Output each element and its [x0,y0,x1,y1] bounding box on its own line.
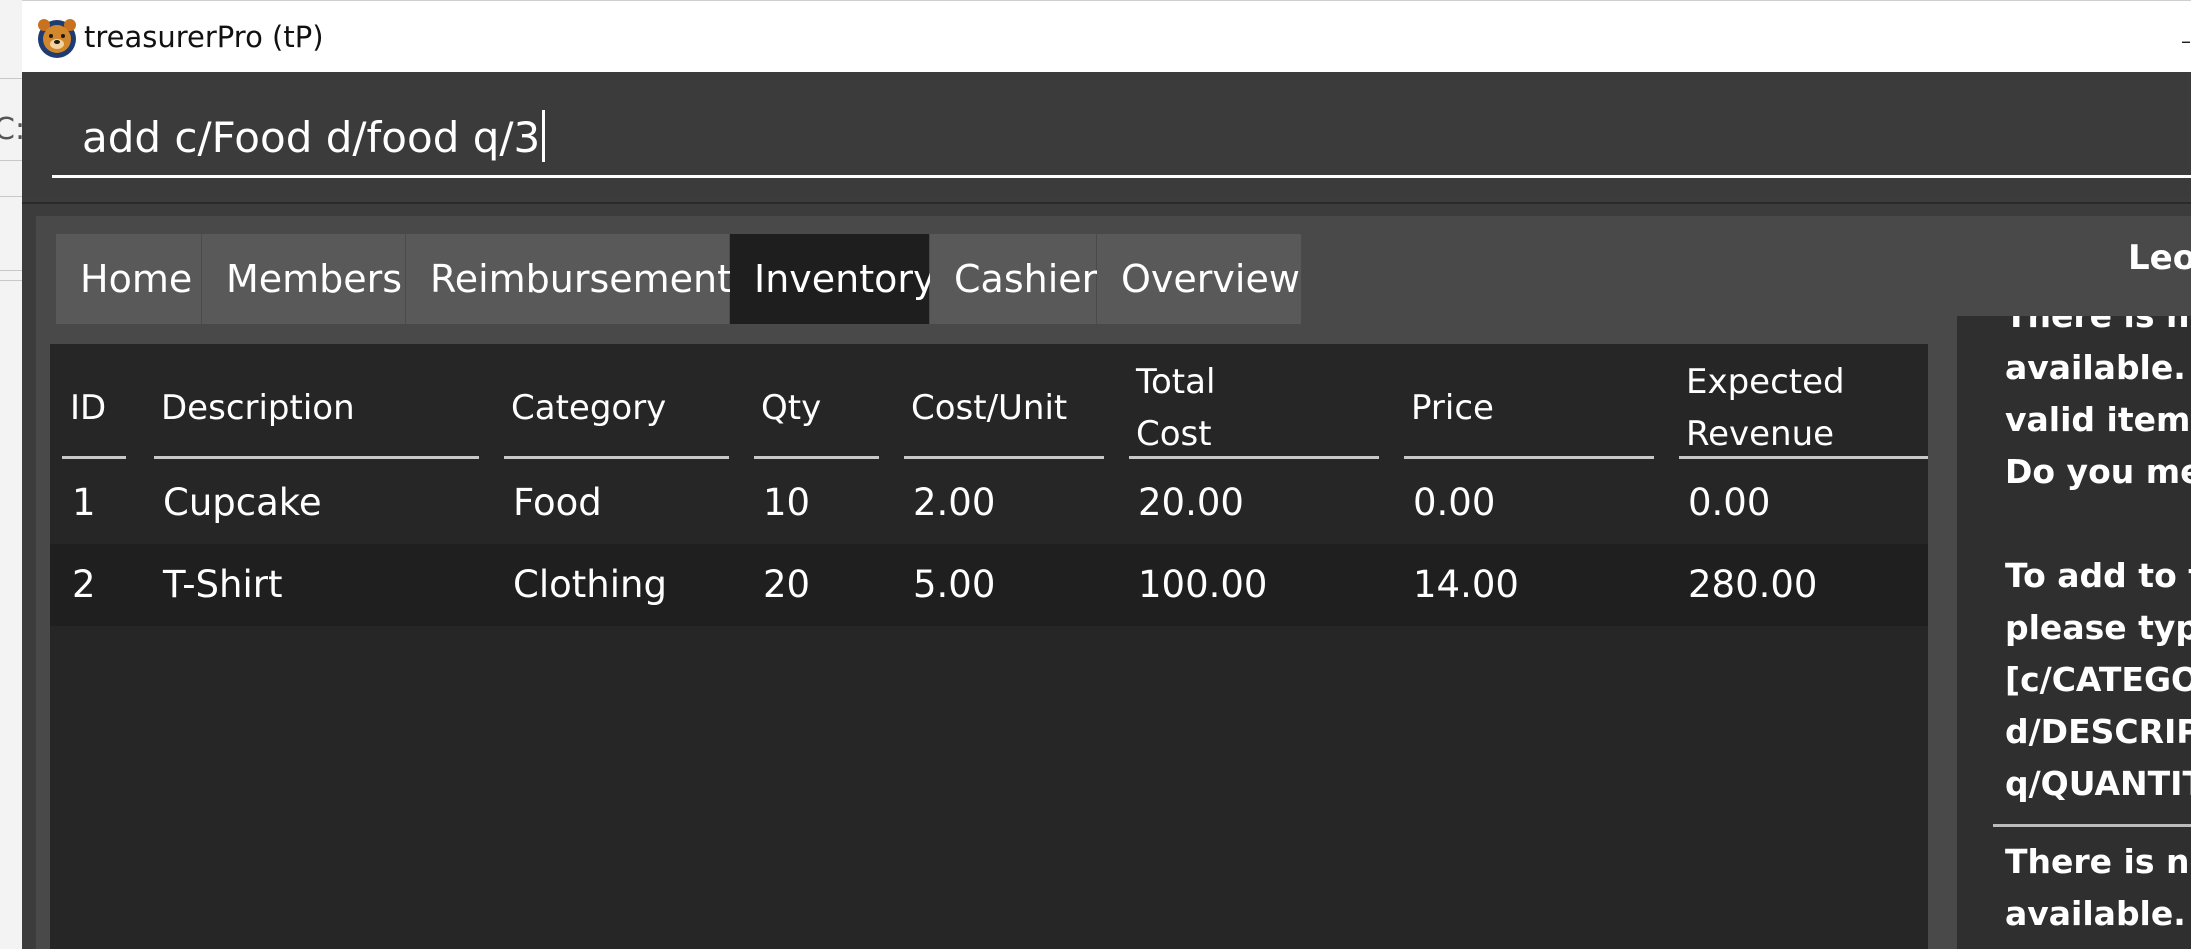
background-window-text: C: [0,112,22,147]
cell-qty: 20 [763,563,811,606]
cell-total-cost: 100.00 [1138,563,1268,606]
minimize-button[interactable]: – [2181,29,2191,53]
tab-inventory[interactable]: Inventory [730,234,936,324]
response-divider [1993,824,2191,827]
command-text: add c/Food d/food q/3 [82,113,541,162]
header-underline [754,456,879,459]
content-panel: Home Members Reimbursements Inventory Ca… [36,216,2191,949]
column-header-expected-revenue[interactable]: Expected Revenue [1686,356,1845,460]
inventory-table: ID Description Category Qty Cost/Unit To… [50,344,1928,949]
column-header-cost-per-unit[interactable]: Cost/Unit [911,382,1067,434]
column-header-id[interactable]: ID [70,382,106,434]
column-header-price[interactable]: Price [1411,382,1494,434]
column-header-total-cost[interactable]: Total Cost [1136,356,1215,460]
column-header-qty[interactable]: Qty [761,382,821,434]
text-caret [542,110,546,162]
cell-price: 0.00 [1413,481,1496,524]
background-window[interactable]: C: [0,0,23,949]
tab-reimbursements[interactable]: Reimbursements [406,234,752,324]
header-underline [904,456,1104,459]
background-window-divider [0,280,22,281]
tab-bar: Home Members Reimbursements Inventory Ca… [56,234,1302,324]
cell-total-cost: 20.00 [1138,481,1244,524]
background-window-divider [0,196,22,197]
title-bar[interactable]: treasurerPro (tP) – [22,0,2191,73]
header-underline [1404,456,1654,459]
cell-description: T-Shirt [163,563,283,606]
cell-category: Clothing [513,563,667,606]
desktop: C: treasurerPro (tP) – add c/Food d/food… [0,0,2191,949]
column-header-category[interactable]: Category [511,382,666,434]
cell-expected-revenue: 0.00 [1688,481,1771,524]
response-panel[interactable]: There is no s available. Ple valid item.… [1957,316,2191,949]
header-underline [62,456,126,459]
cell-cost-per-unit: 2.00 [913,481,996,524]
tab-overview[interactable]: Overview [1097,234,1302,324]
table-row[interactable]: 2 T-Shirt Clothing 20 5.00 100.00 14.00 … [50,544,1928,626]
assistant-name: Leo [2128,238,2191,278]
command-input[interactable]: add c/Food d/food q/3 [52,98,2191,178]
cell-description: Cupcake [163,481,322,524]
tab-home[interactable]: Home [56,234,202,324]
cell-id: 1 [72,481,96,524]
tab-cashier[interactable]: Cashier [930,234,1097,324]
command-area: add c/Food d/food q/3 [22,72,2191,198]
cell-qty: 10 [763,481,811,524]
cell-cost-per-unit: 5.00 [913,563,996,606]
table-row[interactable]: 1 Cupcake Food 10 2.00 20.00 0.00 0.00 [50,462,1928,544]
response-message: There is no s available. Ple [2005,842,2191,933]
background-window-divider [0,270,22,271]
header-underline [504,456,729,459]
bear-face-icon [38,19,76,58]
cell-id: 2 [72,563,96,606]
header-underline [1679,456,1928,459]
app-window: treasurerPro (tP) – add c/Food d/food q/… [22,0,2191,949]
header-underline [1129,456,1379,459]
header-underline [154,456,479,459]
window-title: treasurerPro (tP) [84,20,324,54]
cell-expected-revenue: 280.00 [1688,563,1818,606]
background-window-divider [0,160,22,161]
background-window-divider [0,78,22,79]
tab-members[interactable]: Members [202,234,406,324]
cell-price: 14.00 [1413,563,1519,606]
column-header-description[interactable]: Description [161,382,355,434]
response-message: There is no s available. Ple valid item.… [2005,316,2191,803]
divider [22,202,2191,204]
cell-category: Food [513,481,602,524]
